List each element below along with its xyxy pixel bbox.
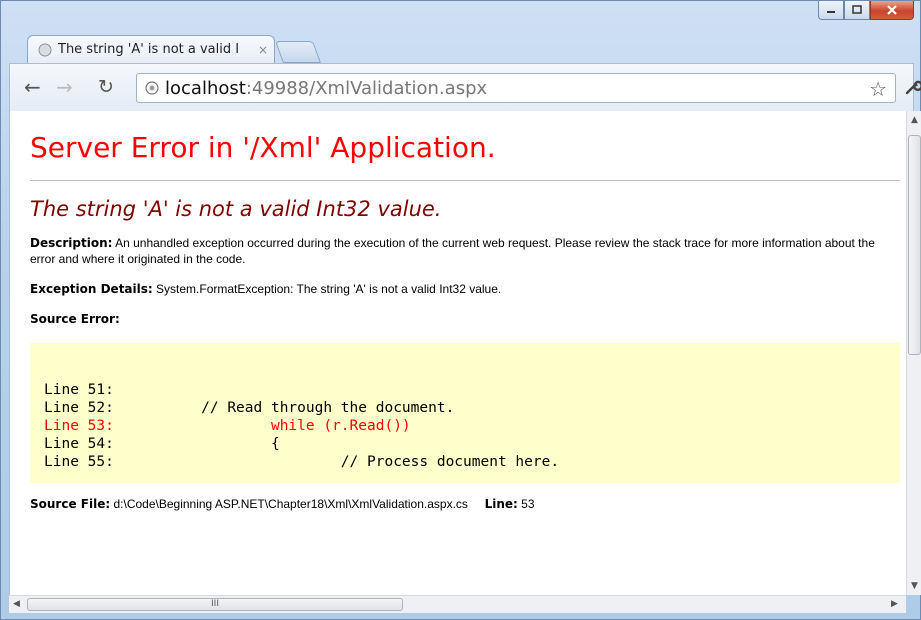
bookmark-star-icon[interactable]: ☆ — [869, 77, 887, 101]
scroll-up-icon[interactable]: ▲ — [911, 115, 918, 125]
description: Description: An unhandled exception occu… — [30, 235, 900, 267]
source-file-label: Source File: — [30, 497, 111, 511]
toolbar: ← → ↻ localhost:49988/XmlValidation.aspx… — [9, 63, 921, 111]
source-error-heading: Source Error: — [30, 311, 900, 327]
close-icon — [887, 5, 897, 15]
maximize-button[interactable] — [844, 1, 870, 20]
vertical-scroll-thumb[interactable] — [908, 135, 921, 355]
code-line: Line 52: // Read through the document. — [44, 400, 455, 416]
caption-buttons — [818, 1, 914, 20]
exception-details: Exception Details: System.FormatExceptio… — [30, 281, 900, 297]
address-bar[interactable]: localhost:49988/XmlValidation.aspx ☆ — [136, 73, 896, 103]
close-window-button[interactable] — [870, 1, 914, 20]
code-line: Line 54: { — [44, 436, 280, 452]
error-message: The string 'A' is not a valid Int32 valu… — [30, 197, 442, 221]
divider — [30, 180, 900, 181]
scroll-left-icon[interactable]: ◀ — [13, 599, 20, 609]
page-viewport: Server Error in '/Xml' Application. The … — [9, 111, 907, 595]
globe-icon — [38, 43, 52, 56]
source-file: Source File: d:\Code\Beginning ASP.NET\C… — [30, 497, 900, 511]
url-path: :49988/XmlValidation.aspx — [245, 77, 488, 99]
source-error-label: Source Error: — [30, 312, 120, 326]
tab-close-icon[interactable]: × — [258, 43, 268, 57]
url-host: localhost — [165, 77, 246, 99]
browser-tab[interactable]: The string 'A' is not a valid I × — [27, 35, 275, 63]
minimize-button[interactable] — [818, 1, 844, 20]
line-label: Line: — [484, 497, 518, 511]
page-heading: Server Error in '/Xml' Application. — [30, 131, 496, 164]
horizontal-scroll-thumb[interactable]: III — [27, 598, 403, 611]
scroll-grip: III — [211, 599, 219, 609]
vertical-scrollbar[interactable]: ▲ ▼ — [906, 111, 921, 595]
description-label: Description: — [30, 236, 113, 250]
reload-icon[interactable]: ↻ — [98, 75, 114, 99]
scroll-down-icon[interactable]: ▼ — [911, 581, 918, 591]
new-tab-button[interactable] — [274, 41, 322, 63]
tab-title: The string 'A' is not a valid I — [58, 42, 240, 57]
minimize-icon — [827, 11, 835, 13]
back-arrow-icon[interactable]: ← — [24, 75, 41, 99]
wrench-icon[interactable] — [904, 78, 921, 96]
scroll-right-icon[interactable]: ▶ — [891, 599, 898, 609]
source-code-box: Line 51: Line 52: // Read through the do… — [30, 343, 900, 483]
error-page: Server Error in '/Xml' Application. The … — [30, 111, 900, 511]
horizontal-scrollbar[interactable]: ◀ III ▶ — [9, 595, 906, 613]
description-text: An unhandled exception occurred during t… — [30, 236, 875, 266]
browser-window: The string 'A' is not a valid I × ← → ↻ … — [0, 0, 921, 620]
code-line: Line 51: — [44, 382, 114, 398]
exception-label: Exception Details: — [30, 282, 153, 296]
error-code-line: Line 53: while (r.Read()) — [44, 418, 411, 434]
code-line: Line 55: // Process document here. — [44, 454, 560, 470]
maximize-icon — [852, 5, 862, 14]
line-number: 53 — [521, 497, 535, 511]
forward-arrow-icon[interactable]: → — [56, 75, 73, 99]
source-file-path: d:\Code\Beginning ASP.NET\Chapter18\Xml\… — [113, 497, 468, 511]
exception-text: System.FormatException: The string 'A' i… — [156, 282, 502, 296]
page-icon — [145, 81, 159, 95]
